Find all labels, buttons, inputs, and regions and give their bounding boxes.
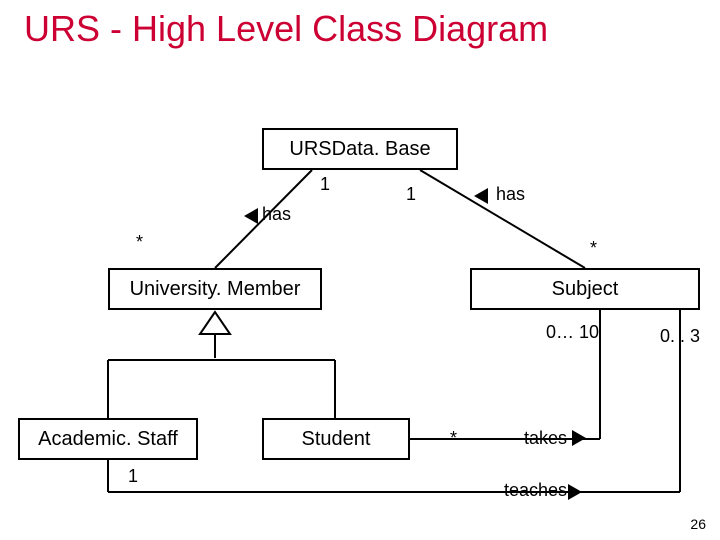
arrowhead-takes [572,430,586,446]
page-title: URS - High Level Class Diagram [24,8,548,50]
class-student: Student [262,418,410,460]
label-mult-1-a: 1 [320,174,330,195]
label-mult-03: 0. . 3 [660,326,700,347]
arrowhead-has-a [244,208,258,224]
label-mult-010: 0… 10 [546,322,599,343]
label-mult-1-c: 1 [128,466,138,487]
class-universitymember: University. Member [108,268,322,310]
class-academicstaff: Academic. Staff [18,418,198,460]
label-teaches: teaches [504,480,567,501]
class-subject: Subject [470,268,700,310]
arrowhead-has-b [474,188,488,204]
label-mult-star-a: * [136,232,143,253]
label-mult-1-b: 1 [406,184,416,205]
arrowhead-teaches [568,484,582,500]
label-has-b: has [496,184,525,205]
label-mult-star-b: * [590,238,597,259]
label-takes: takes [524,428,567,449]
label-mult-star-c: * [450,428,457,449]
label-has-a: has [262,204,291,225]
class-ursdatabase: URSData. Base [262,128,458,170]
page-number: 26 [690,516,706,532]
